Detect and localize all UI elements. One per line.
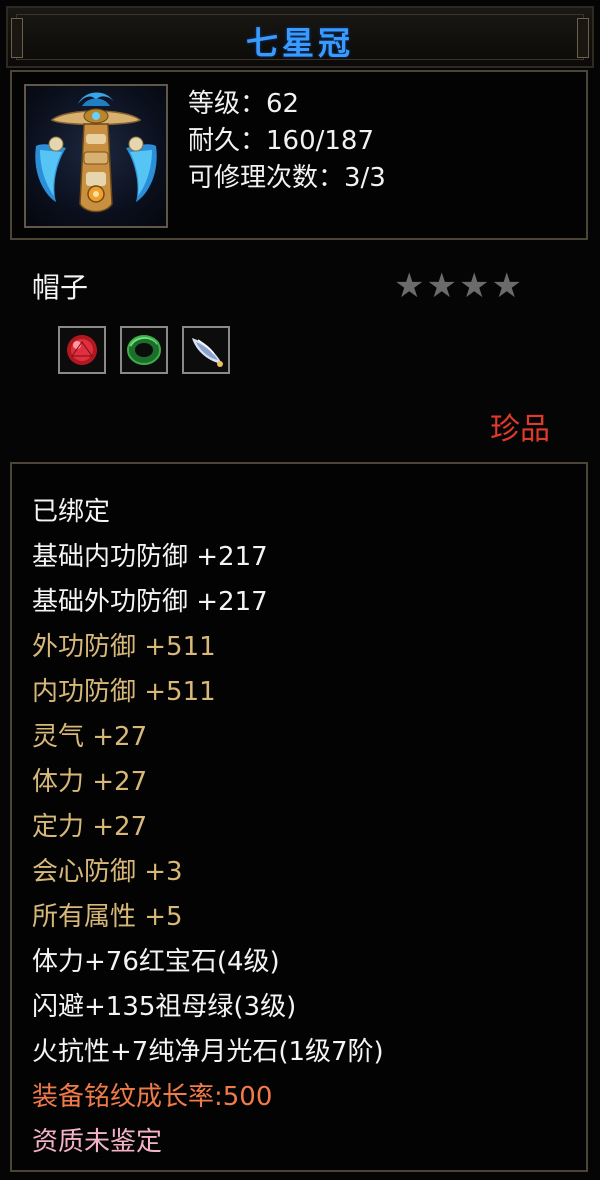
property-row: 火抗性+7纯净月光石(1级7阶) — [32, 1037, 384, 1067]
item-header-panel: 等级：62 耐久：160/187 可修理次数：3/3 — [10, 70, 588, 240]
property-row: 体力+76红宝石(4级) — [32, 947, 280, 977]
durability-stat: 耐久：160/187 — [188, 126, 375, 156]
ruby-gem-slot[interactable] — [58, 326, 106, 374]
property-row: 内功防御 +511 — [32, 677, 216, 707]
title-bar: 七星冠 — [6, 6, 594, 68]
property-row: 已绑定 — [32, 497, 111, 527]
item-core-stats: 等级：62 耐久：160/187 可修理次数：3/3 — [188, 86, 386, 197]
property-row: 所有属性 +5 — [32, 902, 183, 932]
property-row: 会心防御 +3 — [32, 857, 183, 887]
item-type: 帽子 — [32, 271, 89, 304]
property-row: 资质未鉴定 — [32, 1127, 163, 1157]
ruby-gem-icon — [67, 335, 97, 365]
moonstone-gem-slot[interactable] — [182, 326, 230, 374]
repair-count-stat: 可修理次数：3/3 — [188, 163, 386, 193]
item-icon — [24, 84, 168, 228]
emerald-ring-icon — [127, 335, 161, 365]
crown-helmet-icon — [35, 92, 157, 213]
property-row: 装备铭纹成长率:500 — [32, 1082, 273, 1112]
property-row: 基础内功防御 +217 — [32, 542, 268, 572]
property-row: 体力 +27 — [32, 767, 148, 797]
properties-list: 已绑定基础内功防御 +217 基础外功防御 +217 外功防御 +511 内功防御 +… — [32, 490, 384, 1165]
emerald-gem-slot[interactable] — [120, 326, 168, 374]
item-tooltip: 七星冠 等级：62 耐久：160/187 可修理次数：3/3 帽子 ★★★★ 珍… — [0, 0, 600, 1180]
property-row: 闪避+135祖母绿(3级) — [32, 992, 297, 1022]
property-row: 灵气 +27 — [32, 722, 148, 752]
moonstone-gem-icon — [192, 338, 223, 367]
property-row: 基础外功防御 +217 — [32, 587, 268, 617]
property-row: 外功防御 +511 — [32, 632, 216, 662]
quality-label: 珍品 — [490, 412, 550, 447]
property-row: 定力 +27 — [32, 812, 148, 842]
star-rating: ★★★★ — [394, 266, 524, 306]
level-stat: 等级：62 — [188, 89, 300, 119]
item-name: 七星冠 — [245, 24, 354, 62]
